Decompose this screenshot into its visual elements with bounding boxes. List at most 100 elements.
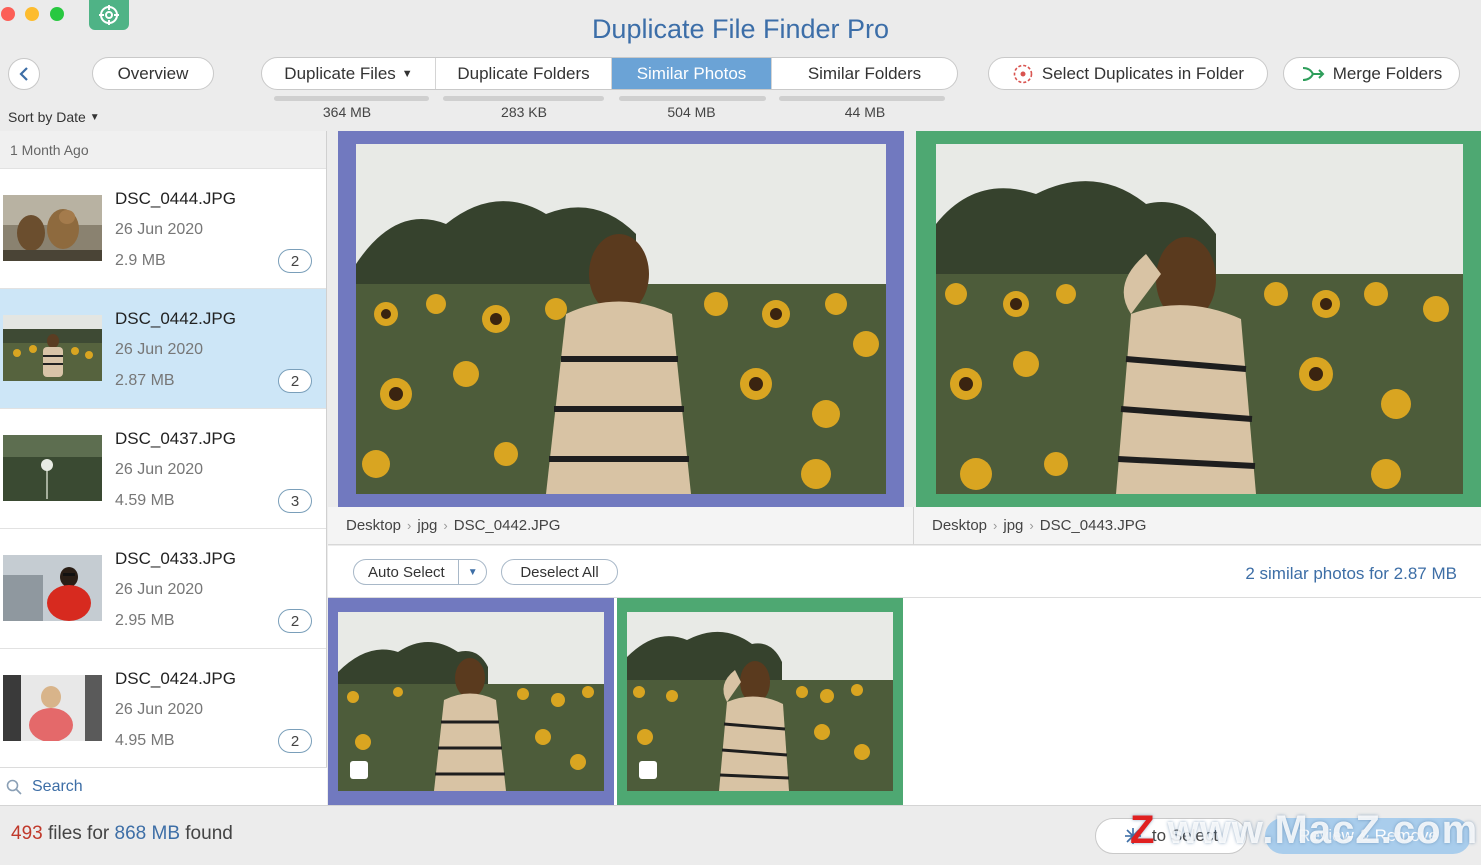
file-date: 26 Jun 2020	[115, 581, 204, 598]
title-bar: Duplicate File Finder Pro	[0, 0, 1481, 50]
merge-folders-label: Merge Folders	[1332, 63, 1443, 83]
similar-summary: 2 similar photos for 2.87 MB	[1245, 564, 1457, 583]
duplicate-count-badge: 2	[278, 729, 312, 753]
select-checkbox[interactable]	[639, 761, 657, 779]
photo-image	[338, 612, 604, 791]
caret-down-icon: ▼	[89, 112, 100, 123]
target-icon	[1013, 64, 1033, 83]
duplicate-count-badge: 2	[278, 249, 312, 273]
file-path-right: Desktop › jpg › DSC_0443.JPG	[914, 507, 1481, 545]
tab-label: Similar Photos	[636, 63, 747, 83]
path-segment[interactable]: DSC_0442.JPG	[454, 517, 561, 534]
sort-dropdown[interactable]: Sort by Date ▼	[8, 109, 100, 125]
photo-thumbnail	[3, 315, 102, 381]
list-item[interactable]: DSC_0433.JPG 26 Jun 2020 2.95 MB 2	[0, 529, 326, 649]
merge-folders-button[interactable]: Merge Folders	[1283, 57, 1460, 90]
file-name: DSC_0442.JPG	[115, 309, 236, 328]
file-path-left: Desktop › jpg › DSC_0442.JPG	[328, 507, 914, 545]
search-label: Search	[32, 777, 83, 795]
chevron-right-icon: ›	[443, 518, 448, 533]
photo-thumbnail	[3, 435, 102, 501]
select-duplicates-label: Select Duplicates in Folder	[1041, 63, 1245, 83]
file-name: DSC_0437.JPG	[115, 429, 236, 448]
search-icon	[6, 779, 22, 795]
path-segment[interactable]: jpg	[1003, 517, 1023, 534]
similar-photo-thumb[interactable]	[328, 598, 614, 805]
auto-select-label: Auto Select	[368, 563, 445, 581]
sort-label: Sort by Date	[8, 109, 86, 125]
watermark: Z www.MacZ.com	[1130, 808, 1478, 853]
photo-image	[936, 144, 1463, 494]
select-checkbox[interactable]	[350, 761, 368, 779]
tab-similar-photos[interactable]: Similar Photos	[612, 58, 772, 89]
watermark-z: Z	[1130, 808, 1156, 852]
similar-photos-strip	[328, 598, 1481, 805]
similar-photo-thumb[interactable]	[617, 598, 903, 805]
photo-image	[356, 144, 886, 494]
caret-down-icon[interactable]: ▼	[402, 68, 413, 80]
watermark-text: www.MacZ.com	[1167, 808, 1479, 852]
path-segment[interactable]: DSC_0443.JPG	[1040, 517, 1147, 534]
tab-duplicate-folders[interactable]: Duplicate Folders	[436, 58, 612, 89]
file-size: 4.95 MB	[115, 732, 175, 749]
photo-thumbnail	[3, 555, 102, 621]
chevron-right-icon: ›	[407, 518, 412, 533]
tab-label: Duplicate Files	[284, 63, 396, 83]
file-size: 2.95 MB	[115, 612, 175, 629]
size-label: 44 MB	[844, 104, 886, 120]
duplicate-count-badge: 2	[278, 609, 312, 633]
overview-button[interactable]: Overview	[92, 57, 214, 90]
selection-action-bar: Auto Select ▼ Deselect All 2 similar pho…	[328, 546, 1481, 598]
file-name: DSC_0424.JPG	[115, 669, 236, 688]
merge-icon	[1302, 66, 1325, 81]
duplicate-count-badge: 2	[278, 369, 312, 393]
caret-down-icon[interactable]: ▼	[458, 560, 486, 584]
auto-select-button[interactable]: Auto Select ▼	[353, 559, 487, 585]
preview-photo-right[interactable]	[916, 131, 1481, 507]
photo-image	[627, 612, 893, 791]
found-summary: 493 files for 868 MB found	[11, 823, 233, 845]
tab-label: Similar Folders	[807, 63, 922, 83]
size-label: 504 MB	[667, 104, 716, 120]
category-size-bars: 364 MB 283 KB 504 MB 44 MB	[0, 96, 1481, 126]
path-segment[interactable]: Desktop	[932, 517, 987, 534]
list-item[interactable]: DSC_0424.JPG 26 Jun 2020 4.95 MB 2	[0, 649, 326, 769]
preview-photo-left[interactable]	[338, 131, 904, 507]
category-tabs: Duplicate Files ▼ Duplicate Folders Simi…	[261, 57, 958, 90]
size-bar	[443, 96, 604, 101]
file-date: 26 Jun 2020	[115, 461, 204, 478]
duplicate-count-badge: 3	[278, 489, 312, 513]
file-name: DSC_0444.JPG	[115, 189, 236, 208]
size-bar	[274, 96, 429, 101]
file-size: 2.87 MB	[115, 372, 175, 389]
search-field[interactable]: Search	[0, 767, 327, 805]
tab-duplicate-files[interactable]: Duplicate Files ▼	[262, 58, 436, 89]
tab-similar-folders[interactable]: Similar Folders	[772, 58, 957, 89]
deselect-all-button[interactable]: Deselect All	[501, 559, 618, 585]
path-segment[interactable]: Desktop	[346, 517, 401, 534]
select-duplicates-in-folder-button[interactable]: Select Duplicates in Folder	[988, 57, 1268, 90]
list-item[interactable]: DSC_0444.JPG 26 Jun 2020 2.9 MB 2	[0, 169, 326, 289]
file-date: 26 Jun 2020	[115, 701, 204, 718]
size-bar	[619, 96, 766, 101]
found-size: 868 MB	[114, 823, 180, 844]
size-label: 283 KB	[501, 104, 547, 120]
file-size: 2.9 MB	[115, 252, 166, 269]
file-size: 4.59 MB	[115, 492, 175, 509]
group-header: 1 Month Ago	[0, 131, 326, 169]
list-item[interactable]: DSC_0442.JPG 26 Jun 2020 2.87 MB 2	[0, 289, 326, 409]
path-segment[interactable]: jpg	[417, 517, 437, 534]
tab-label: Duplicate Folders	[457, 63, 590, 83]
found-count: 493	[11, 823, 43, 844]
size-label: 364 MB	[322, 104, 372, 120]
found-text: found	[185, 823, 233, 844]
photo-thumbnail	[3, 195, 102, 261]
file-date: 26 Jun 2020	[115, 221, 204, 238]
list-item[interactable]: DSC_0437.JPG 26 Jun 2020 4.59 MB 3	[0, 409, 326, 529]
chevron-left-icon	[19, 67, 28, 81]
files-for-text: files for	[47, 823, 110, 844]
file-name: DSC_0433.JPG	[115, 549, 236, 568]
file-date: 26 Jun 2020	[115, 341, 204, 358]
chevron-right-icon: ›	[1029, 518, 1034, 533]
back-button[interactable]	[8, 58, 40, 90]
